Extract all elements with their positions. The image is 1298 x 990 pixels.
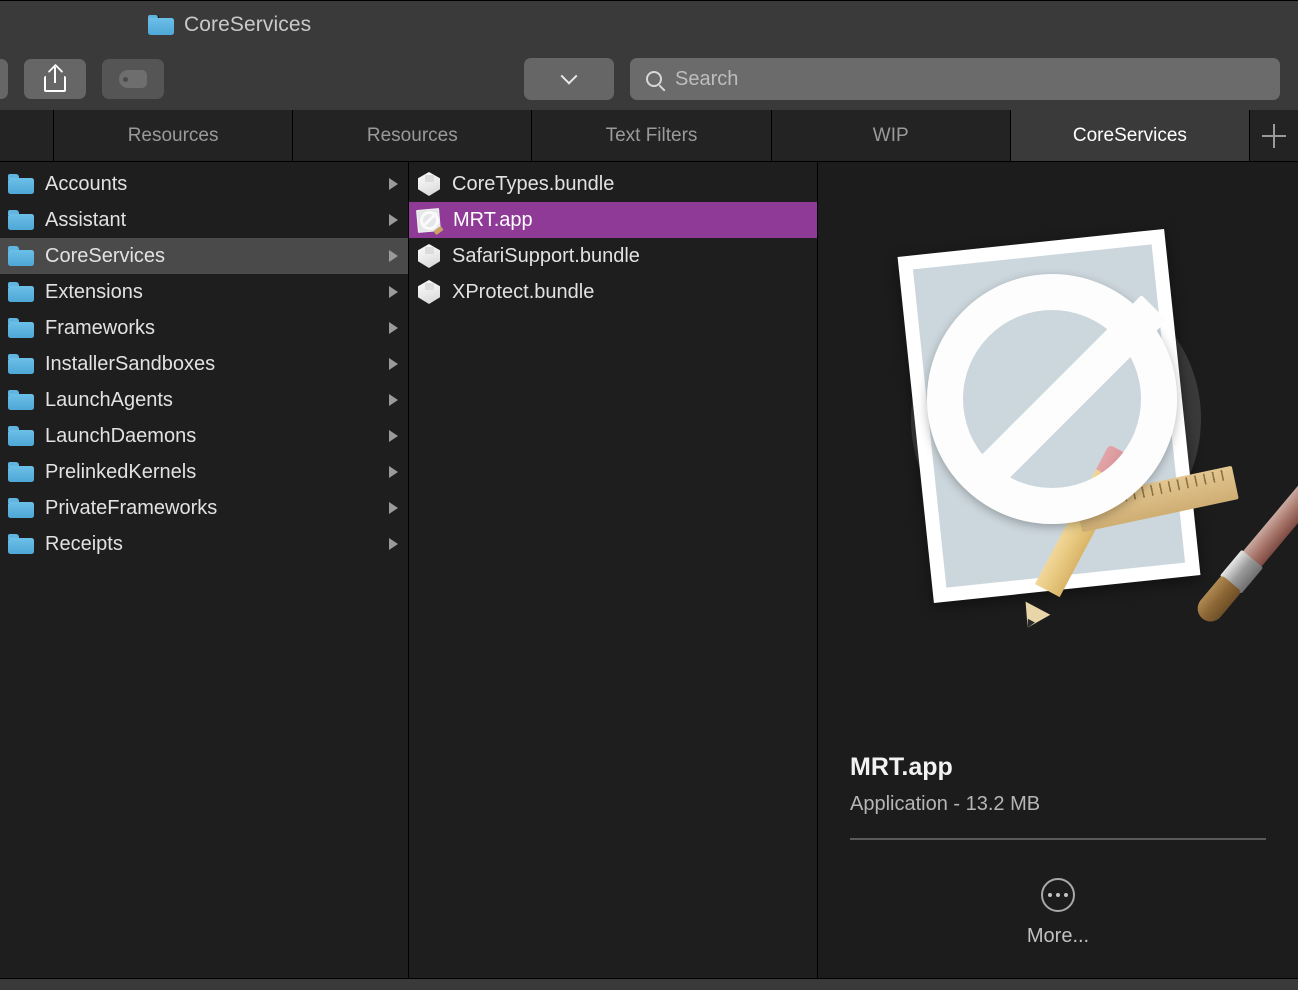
finder-window: CoreServices Search Resources Resources … <box>0 0 1298 990</box>
sidebar-item-coreservices[interactable]: CoreServices <box>0 238 408 274</box>
folder-icon <box>8 390 34 410</box>
folder-icon <box>8 318 34 338</box>
folder-icon <box>8 426 34 446</box>
tab-0[interactable] <box>0 110 54 161</box>
column-view: Accounts Assistant CoreServices Extensio… <box>0 162 1298 978</box>
list-item-label: XProtect.bundle <box>452 280 595 303</box>
preview-info: MRT.app Application - 13.2 MB More... <box>850 753 1266 978</box>
folder-icon <box>8 174 34 194</box>
share-button[interactable] <box>24 59 86 99</box>
folder-icon <box>8 282 34 302</box>
chevron-right-icon <box>389 214 398 226</box>
tab-coreservices[interactable]: CoreServices <box>1010 110 1251 161</box>
search-icon <box>646 71 662 87</box>
sidebar-item-label: InstallerSandboxes <box>45 352 216 375</box>
chevron-right-icon <box>389 466 398 478</box>
toolbar: Search <box>0 48 1298 110</box>
chevron-right-icon <box>389 538 398 550</box>
tab-resources-1[interactable]: Resources <box>54 110 294 161</box>
chevron-right-icon <box>389 286 398 298</box>
list-item-mrt-app[interactable]: MRT.app <box>409 202 817 238</box>
sidebar-item-label: Extensions <box>45 280 143 303</box>
search-input[interactable]: Search <box>675 68 738 91</box>
folder-icon <box>8 354 34 374</box>
folder-icon <box>8 210 34 230</box>
search-field[interactable]: Search <box>630 58 1280 100</box>
list-item-label: CoreTypes.bundle <box>452 172 615 195</box>
chevron-right-icon <box>389 178 398 190</box>
status-bar <box>0 978 1298 990</box>
plus-icon <box>1262 123 1287 148</box>
tag-button[interactable] <box>102 59 164 99</box>
chevron-right-icon <box>389 358 398 370</box>
sidebar-item-accounts[interactable]: Accounts <box>0 166 408 202</box>
bundle-icon <box>417 243 441 269</box>
list-item-xprotect[interactable]: XProtect.bundle <box>409 274 817 310</box>
sidebar-item-label: Accounts <box>45 172 128 195</box>
sidebar-item-label: PrelinkedKernels <box>45 460 197 483</box>
more-button[interactable]: More... <box>850 878 1266 948</box>
column-files: CoreTypes.bundle MRT.app SafariSupport.b… <box>409 162 818 978</box>
chevron-right-icon <box>389 322 398 334</box>
sidebar-item-label: CoreServices <box>45 244 166 267</box>
sidebar-item-assistant[interactable]: Assistant <box>0 202 408 238</box>
sidebar-item-extensions[interactable]: Extensions <box>0 274 408 310</box>
folder-icon <box>8 498 34 518</box>
chevron-right-icon <box>389 250 398 262</box>
sidebar-item-launchagents[interactable]: LaunchAgents <box>0 382 408 418</box>
new-tab-button[interactable] <box>1250 110 1298 161</box>
window-title-group: CoreServices <box>148 13 311 37</box>
tag-icon <box>119 70 147 88</box>
chevron-right-icon <box>389 502 398 514</box>
chevron-right-icon <box>389 430 398 442</box>
folder-icon <box>8 462 34 482</box>
preview-pane: MRT.app Application - 13.2 MB More... <box>818 162 1298 978</box>
column-folders: Accounts Assistant CoreServices Extensio… <box>0 162 409 978</box>
folder-icon <box>8 246 34 266</box>
sidebar-item-receipts[interactable]: Receipts <box>0 526 408 562</box>
app-prohibited-icon <box>416 207 444 235</box>
title-bar: CoreServices <box>0 0 1298 48</box>
more-label: More... <box>1026 925 1090 947</box>
sidebar-item-frameworks[interactable]: Frameworks <box>0 310 408 346</box>
tab-text-filters[interactable]: Text Filters <box>532 110 772 161</box>
tab-bar: Resources Resources Text Filters WIP Cor… <box>0 110 1298 162</box>
sidebar-item-label: LaunchAgents <box>45 388 173 411</box>
list-item-safarisupport[interactable]: SafariSupport.bundle <box>409 238 817 274</box>
toolbar-left-group <box>0 59 164 99</box>
folder-icon <box>148 14 174 35</box>
bundle-icon <box>417 279 441 305</box>
bundle-icon <box>417 171 441 197</box>
sidebar-item-label: Frameworks <box>45 316 156 339</box>
tab-wip[interactable]: WIP <box>771 110 1011 161</box>
preview-app-prohibited-icon <box>893 228 1298 635</box>
share-icon <box>44 63 66 92</box>
list-item-label: MRT.app <box>453 208 533 231</box>
sidebar-item-launchdaemons[interactable]: LaunchDaemons <box>0 418 408 454</box>
list-item-label: SafariSupport.bundle <box>452 244 640 267</box>
chevron-down-icon <box>560 67 578 85</box>
tab-resources-2[interactable]: Resources <box>293 110 533 161</box>
folder-icon <box>8 534 34 554</box>
page-title: CoreServices <box>184 12 312 36</box>
sidebar-item-label: Receipts <box>45 532 123 555</box>
group-dropdown-button[interactable] <box>524 58 614 100</box>
toolbar-partial-button[interactable] <box>0 59 8 99</box>
toolbar-right-group: Search <box>524 58 1280 100</box>
sidebar-item-label: LaunchDaemons <box>45 424 197 447</box>
sidebar-item-label: Assistant <box>45 208 127 231</box>
preview-kind-size: Application - 13.2 MB <box>850 793 1041 815</box>
ellipsis-circle-icon <box>1041 878 1075 912</box>
list-item-coretypes[interactable]: CoreTypes.bundle <box>409 166 817 202</box>
sidebar-item-label: PrivateFrameworks <box>45 496 218 519</box>
sidebar-item-privateframeworks[interactable]: PrivateFrameworks <box>0 490 408 526</box>
divider <box>850 838 1266 840</box>
sidebar-item-prelinkedkernels[interactable]: PrelinkedKernels <box>0 454 408 490</box>
chevron-right-icon <box>389 394 398 406</box>
preview-file-name: MRT.app <box>850 753 953 781</box>
sidebar-item-installersandboxes[interactable]: InstallerSandboxes <box>0 346 408 382</box>
